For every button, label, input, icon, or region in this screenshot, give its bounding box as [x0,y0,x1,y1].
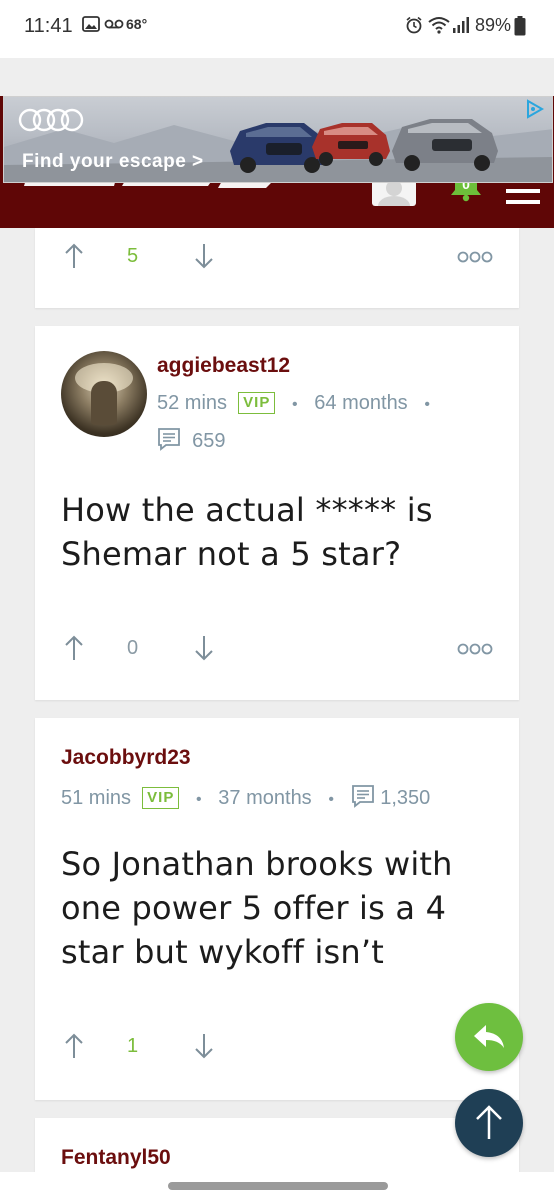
vip-badge: VIP [142,787,180,809]
gallery-icon [82,16,100,32]
arrow-up-icon [476,1105,502,1139]
arrow-up-icon[interactable] [63,634,85,662]
vote-row: 5 [63,242,493,272]
post-meta: 52 mins VIP • 64 months • [157,392,430,415]
arrow-up-icon[interactable] [63,242,85,270]
status-temperature: 68° [126,16,148,32]
separator-dot: • [196,791,202,808]
signal-icon [453,17,469,33]
comment-card: Jacobbyrd23 51 mins VIP • 37 months • 1,… [35,718,519,1100]
more-options-icon[interactable] [457,642,493,656]
reply-icon [474,1025,504,1048]
user-avatar[interactable] [61,351,147,437]
post-count-row: 659 [157,427,226,453]
car-brand-logo [18,108,84,132]
comment-card: 5 [35,228,519,308]
time-ago: 52 mins [157,392,228,414]
alarm-icon [406,16,422,34]
membership-length: 37 months [218,787,312,809]
post-body: So Jonathan brooks with one power 5 offe… [61,845,453,971]
battery-icon [514,16,526,36]
username[interactable]: Jacobbyrd23 [61,746,191,770]
wifi-icon [428,17,450,34]
post-body: How the actual ***** is Shemar not a 5 s… [61,491,433,573]
ad-car-image [230,119,498,173]
vote-count: 0 [127,637,139,659]
arrow-down-icon[interactable] [193,1032,215,1060]
status-time: 11:41 [24,15,73,37]
message-icon [158,428,180,451]
ad-headline[interactable]: Find your escape > [22,151,204,173]
membership-length: 64 months [314,392,408,414]
ad-choices-icon[interactable] [524,99,546,119]
scroll-to-top-button[interactable] [455,1089,523,1157]
post-count: 659 [192,430,226,452]
time-ago: 51 mins [61,787,132,809]
message-icon [351,785,374,808]
voicemail-icon [104,19,124,29]
vip-badge: VIP [238,392,276,414]
username[interactable]: Fentanyl50 [61,1146,171,1170]
post-count: 1,350 [380,787,431,809]
separator-dot: • [424,396,430,413]
separator-dot: • [328,791,334,808]
arrow-up-icon[interactable] [63,1032,85,1060]
comment-card: aggiebeast12 52 mins VIP • 64 months • 6… [35,326,519,700]
reply-button[interactable] [455,1003,523,1071]
ad-banner[interactable]: Find your escape > [3,96,553,183]
vote-row: 0 [63,634,493,664]
arrow-down-icon[interactable] [193,242,215,270]
status-battery-level: 89% [475,15,512,35]
home-gesture-handle[interactable] [168,1182,388,1190]
vote-row: 1 [63,1032,493,1062]
status-bar: 11:41 68° 89% [0,0,554,58]
username[interactable]: aggiebeast12 [157,354,290,378]
post-meta: 51 mins VIP • 37 months • 1,350 [61,784,430,810]
separator-dot: • [292,396,298,413]
vote-count: 5 [127,245,139,267]
vote-count: 1 [127,1035,139,1057]
arrow-down-icon[interactable] [193,634,215,662]
more-options-icon[interactable] [457,250,493,264]
system-nav-bar [0,1172,554,1200]
